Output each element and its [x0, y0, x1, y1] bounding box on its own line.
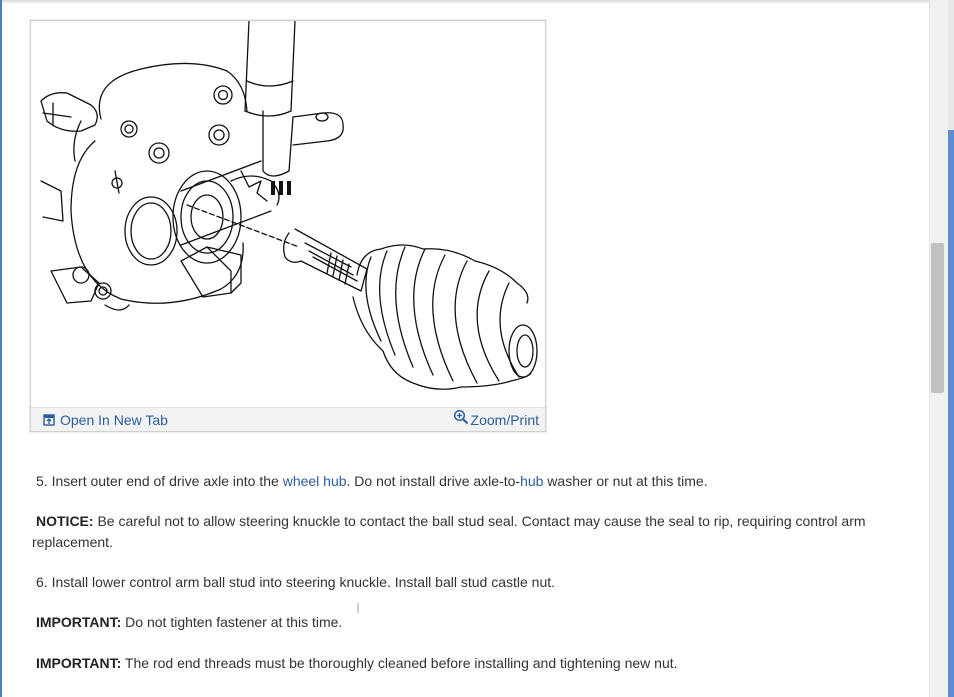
- step-6: 6. Install lower control arm ball stud i…: [36, 572, 896, 593]
- important-1-text: Do not tighten fastener at this time.: [121, 614, 343, 630]
- open-in-new-tab-icon: [43, 414, 55, 426]
- notice-line-2: replacement.: [32, 532, 892, 553]
- open-in-new-tab-link[interactable]: Open In New Tab: [43, 412, 168, 428]
- notice-line-1: NOTICE: Be careful not to allow steering…: [36, 511, 896, 532]
- figure-toolbar: Open In New Tab Zoom/Print: [31, 407, 545, 431]
- step-5-suffix: washer or nut at this time.: [543, 473, 708, 489]
- window-left-edge: [0, 0, 2, 697]
- window-right-edge-light: [948, 0, 954, 130]
- notice-label: NOTICE:: [36, 513, 94, 529]
- important-1-label: IMPORTANT:: [36, 614, 122, 630]
- important-2-label: IMPORTANT:: [36, 655, 122, 671]
- zoom-print-link[interactable]: Zoom/Print: [453, 409, 539, 428]
- page: Open In New Tab Zoom/Print 5. Insert out…: [0, 0, 954, 697]
- zoom-print-label: Zoom/Print: [470, 412, 539, 428]
- window-right-edge: [948, 0, 954, 697]
- open-in-new-tab-label: Open In New Tab: [60, 412, 168, 428]
- zoom-in-icon: [453, 409, 468, 425]
- drive-axle-illustration: [40, 21, 538, 390]
- diagram-figure: Open In New Tab Zoom/Print: [30, 20, 546, 432]
- notice-text-continued: replacement.: [32, 534, 113, 550]
- important-1: IMPORTANT: Do not tighten fastener at th…: [36, 612, 896, 633]
- notice-text: Be careful not to allow steering knuckle…: [93, 513, 866, 529]
- wheel-hub-link[interactable]: wheel hub: [283, 473, 347, 489]
- step-5-prefix: 5. Insert outer end of drive axle into t…: [36, 473, 283, 489]
- scrollbar-thumb[interactable]: [931, 243, 944, 393]
- step-6-text: 6. Install lower control arm ball stud i…: [36, 574, 556, 590]
- step-5: 5. Insert outer end of drive axle into t…: [36, 471, 896, 492]
- important-2: IMPORTANT: The rod end threads must be t…: [36, 653, 896, 674]
- text-cursor-icon: I: [356, 600, 361, 617]
- drive-axle-diagram[interactable]: [31, 21, 545, 405]
- content-top-shadow: [2, 0, 930, 4]
- step-5-middle: . Do not install drive axle-to-: [346, 473, 521, 489]
- important-2-text: The rod end threads must be thoroughly c…: [121, 655, 678, 671]
- hub-link[interactable]: hub: [520, 473, 543, 489]
